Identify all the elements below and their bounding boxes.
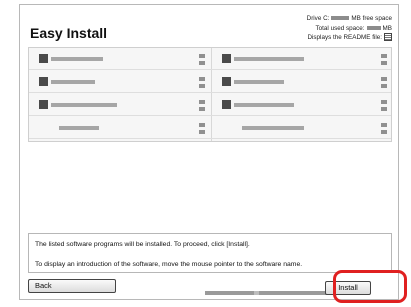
redacted-program-size: [199, 100, 205, 111]
description-line-2: To display an introduction of the softwa…: [35, 261, 303, 268]
software-item[interactable]: [212, 117, 393, 139]
redacted-program-name: [234, 80, 284, 84]
readme-row: Displays the README file:: [307, 33, 392, 43]
redacted-program-name: [242, 126, 304, 130]
software-row[interactable]: [29, 117, 391, 139]
redacted-program-name: [51, 103, 117, 107]
redacted-program-size: [381, 54, 387, 65]
software-row[interactable]: [29, 71, 391, 93]
program-icon: [222, 54, 231, 63]
redacted-value: [331, 16, 350, 21]
redacted-program-name: [59, 126, 99, 130]
drive-free-space: Drive C: MB free space: [307, 14, 392, 24]
program-icon: [39, 77, 48, 86]
window-title: Easy Install: [30, 25, 108, 41]
program-icon: [39, 100, 48, 109]
software-item[interactable]: [29, 94, 211, 116]
description-line-1: The listed software programs will be ins…: [35, 241, 250, 248]
back-button[interactable]: Back: [28, 279, 116, 293]
redacted-program-name: [234, 57, 304, 61]
description-panel: The listed software programs will be ins…: [28, 233, 392, 273]
redacted-program-size: [381, 77, 387, 88]
software-list: [28, 47, 392, 142]
install-highlight-circle: [333, 270, 407, 303]
program-icon: [222, 100, 231, 109]
redacted-program-size: [381, 123, 387, 134]
software-item[interactable]: [29, 48, 211, 70]
software-item[interactable]: [212, 48, 393, 70]
readme-label: Displays the README file:: [307, 34, 382, 41]
redacted-program-size: [199, 54, 205, 65]
drive-label: Drive C:: [306, 15, 330, 22]
disk-info: Drive C: MB free space Total used space: M…: [307, 14, 392, 43]
redacted-program-name: [51, 57, 103, 61]
program-icon: [39, 54, 48, 63]
software-item[interactable]: [212, 94, 393, 116]
redacted-program-size: [381, 100, 387, 111]
document-icon[interactable]: [384, 33, 392, 42]
software-item[interactable]: [212, 71, 393, 93]
drive-unit: MB free space: [351, 15, 392, 22]
software-row[interactable]: [29, 48, 391, 70]
total-used-space: Total used space: MB: [307, 24, 392, 34]
redacted-program-name: [234, 103, 294, 107]
redacted-program-size: [199, 123, 205, 134]
software-item[interactable]: [29, 71, 211, 93]
program-icon: [222, 77, 231, 86]
software-row[interactable]: [29, 94, 391, 116]
redacted-program-size: [199, 77, 205, 88]
redacted-status-text: [205, 291, 328, 295]
easy-install-window: Easy Install Drive C: MB free space Total…: [19, 4, 399, 300]
software-item[interactable]: [29, 117, 211, 139]
redacted-value: [366, 25, 381, 30]
used-label: Total used space:: [315, 24, 365, 32]
redacted-program-name: [51, 80, 95, 84]
used-unit: MB: [382, 24, 392, 32]
